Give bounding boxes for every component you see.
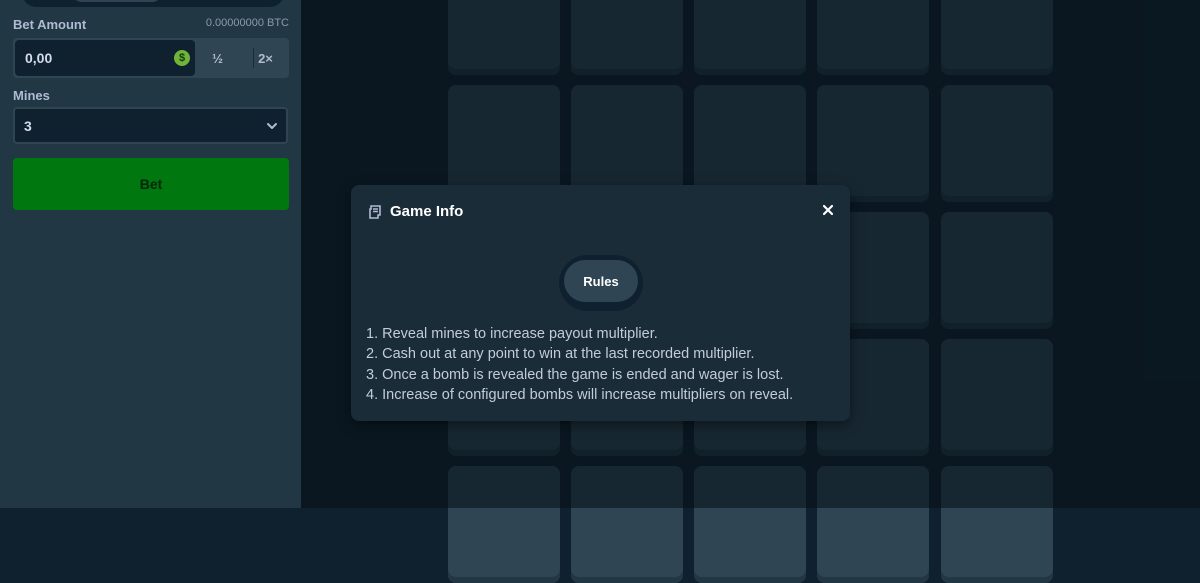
balance-text: 0.00000000 BTC [205,17,289,29]
close-icon[interactable] [822,204,834,216]
chevron-down-icon [267,122,277,129]
bet-amount-value: 0,00 [25,50,53,66]
mines-value: 3 [24,117,32,134]
rules-list: 1. Reveal mines to increase payout multi… [366,324,793,405]
mines-label: Mines [13,88,50,103]
rule-item: 1. Reveal mines to increase payout multi… [366,326,658,342]
mines-row: Mines [13,88,289,103]
rule-item: 4. Increase of configured bombs will inc… [366,386,794,403]
bet-amount-row: Bet Amount 0.00000000 BTC [13,17,289,32]
mines-select[interactable]: 3 [13,107,288,144]
rule-item: 2. Cash out at any point to win at the l… [366,346,755,363]
receipt-icon [369,204,381,219]
mode-toggle[interactable] [22,0,284,7]
modal-header: Game Info [368,203,463,220]
half-bet-button[interactable]: ½ [195,40,240,76]
tab-group: Rules [559,255,643,311]
game-info-modal: Game Info Rules 1. Reveal mines to incre… [351,185,850,421]
dollar-coin-icon: $ [174,50,190,66]
double-bet-button[interactable]: 2× [243,40,288,76]
bet-button[interactable]: Bet [13,158,289,210]
bet-amount-group: 0,00 $ ½ 2× [13,38,289,78]
tab-rules[interactable]: Rules [564,260,638,302]
mode-toggle-active[interactable] [72,0,162,2]
bet-amount-input[interactable]: 0,00 $ [15,40,195,76]
rule-item: 3. Once a bomb is revealed the game is e… [366,366,784,383]
bet-amount-label: Bet Amount [13,17,87,32]
sidebar-panel: Bet Amount 0.00000000 BTC 0,00 $ ½ 2× Mi… [0,0,301,508]
modal-title: Game Info [390,203,464,220]
